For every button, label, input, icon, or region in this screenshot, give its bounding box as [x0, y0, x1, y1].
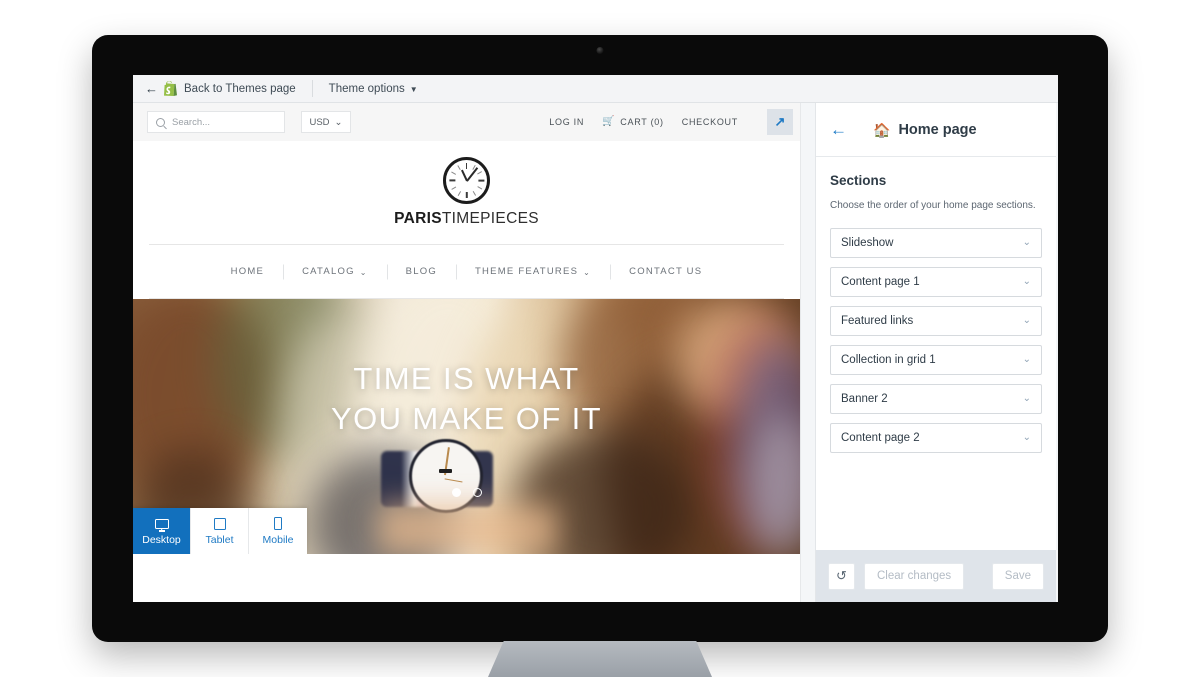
search-icon	[156, 117, 165, 127]
section-row-featured-links[interactable]: Featured links ⌄	[830, 305, 1042, 336]
section-label: Banner 2	[841, 392, 888, 405]
section-row-banner-2[interactable]: Banner 2 ⌄	[830, 383, 1042, 414]
checkout-label: CHECKOUT	[681, 117, 738, 127]
monitor-screen: ← Back to Themes page Theme options ▼ Se…	[133, 75, 1058, 602]
section-row-collection-in-grid-1[interactable]: Collection in grid 1 ⌄	[830, 344, 1042, 375]
open-preview-button[interactable]: ↗	[767, 109, 793, 135]
save-button[interactable]: Save	[991, 562, 1044, 590]
checkout-link[interactable]: CHECKOUT	[682, 117, 738, 127]
sidebar-back-arrow-icon[interactable]: ←	[830, 121, 847, 138]
store-logo: PARISTIMEPIECES	[133, 141, 800, 244]
sidebar-body: Sections Choose the order of your home p…	[816, 157, 1056, 550]
device-button-tablet[interactable]: Tablet	[191, 508, 249, 554]
wordmark-light: TIMEPIECES	[441, 210, 539, 227]
shopify-admin-bar: ← Back to Themes page Theme options ▼	[133, 75, 1058, 103]
slideshow-dots	[451, 488, 482, 497]
search-placeholder: Search...	[172, 116, 211, 128]
section-label: Content page 1	[841, 275, 920, 288]
store-wordmark: PARISTIMEPIECES	[394, 210, 539, 228]
cart-icon: 🛒	[602, 116, 616, 127]
sections-heading: Sections	[830, 173, 887, 188]
chevron-down-icon: ⌄	[359, 267, 368, 277]
theme-preview: Search... USD ⌄ LOG IN 🛒 CART (0) CHECKO…	[133, 103, 801, 602]
wordmark-bold: PARIS	[394, 210, 442, 227]
nav-item-blog[interactable]: BLOG	[387, 266, 456, 277]
chevron-down-icon: ⌄	[1022, 392, 1031, 404]
nav-label: HOME	[230, 266, 265, 277]
cart-link[interactable]: 🛒 CART (0)	[602, 116, 664, 128]
slideshow-dot-1[interactable]	[451, 488, 461, 497]
sidebar-footer: ↺ Clear changes Save	[816, 550, 1056, 602]
chevron-down-icon: ⌄	[1022, 314, 1031, 326]
nav-label: CONTACT US	[629, 266, 703, 277]
section-label: Collection in grid 1	[841, 353, 936, 366]
login-label: LOG IN	[549, 117, 585, 127]
nav-label: CATALOG	[302, 266, 355, 277]
device-label: Desktop	[142, 534, 181, 546]
storefront-topbar: Search... USD ⌄ LOG IN 🛒 CART (0) CHECKO…	[133, 103, 800, 141]
slideshow-dot-2[interactable]	[472, 488, 482, 497]
nav-item-catalog[interactable]: CATALOG ⌄	[283, 266, 387, 277]
workspace-gutter	[801, 103, 816, 602]
admin-divider	[311, 80, 313, 97]
hero-line-2: YOU MAKE OF IT	[331, 400, 602, 436]
nav-item-contact-us[interactable]: CONTACT US	[610, 266, 721, 277]
device-button-desktop[interactable]: Desktop	[133, 508, 191, 554]
tablet-icon	[213, 516, 226, 531]
currency-select[interactable]: USD ⌄	[301, 111, 351, 133]
home-icon: 🏠	[873, 121, 891, 138]
section-row-slideshow[interactable]: Slideshow ⌄	[830, 227, 1042, 258]
section-label: Content page 2	[841, 431, 920, 444]
section-row-content-page-2[interactable]: Content page 2 ⌄	[830, 422, 1042, 453]
section-row-content-page-1[interactable]: Content page 1 ⌄	[830, 266, 1042, 297]
section-label: Featured links	[841, 314, 914, 327]
chevron-down-icon: ⌄	[583, 267, 592, 277]
device-label: Mobile	[262, 534, 294, 546]
page-title: Home page	[898, 121, 977, 138]
shopify-bag-icon	[164, 81, 177, 96]
chevron-down-icon: ⌄	[1022, 431, 1031, 443]
storefront-links: LOG IN 🛒 CART (0) CHECKOUT	[549, 116, 786, 128]
chevron-down-icon: ▼	[409, 84, 418, 94]
storefront-nav: HOME CATALOG ⌄ BLOG THEME FEATURES ⌄ CON…	[149, 244, 784, 299]
chevron-down-icon: ⌄	[1022, 275, 1031, 287]
nav-label: BLOG	[405, 266, 438, 277]
search-input[interactable]: Search...	[147, 111, 285, 133]
nav-item-home[interactable]: HOME	[212, 266, 283, 277]
nav-label: THEME FEATURES	[475, 266, 579, 277]
theme-options-dropdown[interactable]: Theme options ▼	[329, 83, 418, 95]
clock-icon	[443, 157, 490, 204]
nav-item-theme-features[interactable]: THEME FEATURES ⌄	[456, 266, 610, 277]
cart-label: CART (0)	[620, 117, 664, 127]
sidebar-title-group: 🏠 Home page	[873, 122, 977, 138]
hero-headline: TIME IS WHAT YOU MAKE OF IT	[133, 359, 800, 438]
login-link[interactable]: LOG IN	[549, 117, 584, 127]
monitor-bezel: ← Back to Themes page Theme options ▼ Se…	[92, 35, 1108, 642]
screenshot-scene: ← Back to Themes page Theme options ▼ Se…	[0, 0, 1200, 677]
hero-line-1: TIME IS WHAT	[353, 361, 580, 396]
hero-slideshow: TIME IS WHAT YOU MAKE OF IT Desktop Tabl…	[133, 299, 800, 554]
sidebar-header: ← 🏠 Home page	[816, 103, 1056, 157]
currency-value: USD	[309, 116, 330, 128]
desktop-icon	[154, 516, 169, 531]
chevron-down-icon: ⌄	[1022, 353, 1031, 365]
chevron-down-icon: ⌄	[1022, 236, 1031, 248]
monitor-stand	[488, 641, 712, 677]
theme-options-label: Theme options	[328, 82, 405, 95]
editor-workspace: Search... USD ⌄ LOG IN 🛒 CART (0) CHECKO…	[133, 103, 1058, 602]
webcam-icon	[596, 47, 604, 54]
back-to-themes-label[interactable]: Back to Themes page	[184, 83, 296, 95]
chevron-down-icon: ⌄	[334, 116, 343, 128]
device-button-mobile[interactable]: Mobile	[249, 508, 307, 554]
clear-changes-button[interactable]: Clear changes	[864, 562, 965, 590]
mobile-icon	[274, 516, 282, 531]
sections-description: Choose the order of your home page secti…	[830, 200, 1036, 211]
theme-editor-sidebar: ← 🏠 Home page Sections Choose the order …	[816, 103, 1056, 602]
device-label: Tablet	[205, 534, 234, 546]
device-preview-toggle: Desktop Tablet Mobile	[133, 508, 307, 554]
undo-button[interactable]: ↺	[828, 562, 855, 590]
back-arrow-icon[interactable]: ←	[145, 82, 158, 95]
section-label: Slideshow	[841, 236, 894, 249]
